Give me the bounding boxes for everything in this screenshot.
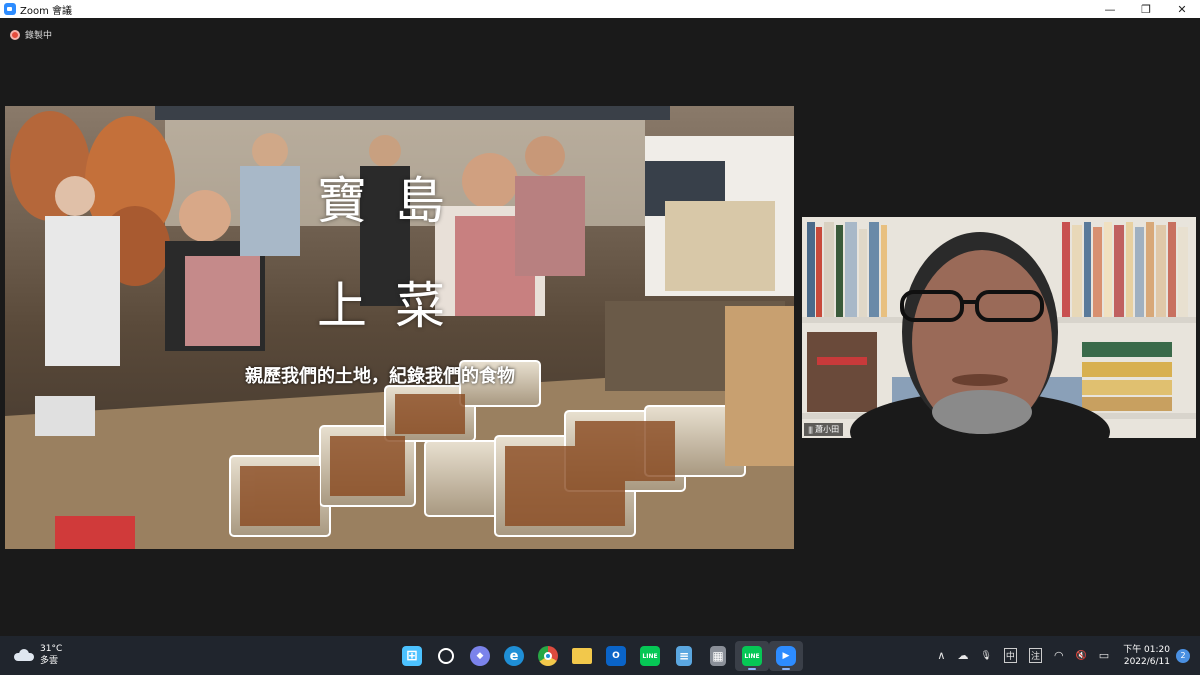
window-title-bar: Zoom 會議 — ❐ ✕ [0, 0, 1200, 18]
taskbar-apps: ⊞ ◆ e O LINE ≡ ▦ LINE ▶ [395, 641, 803, 671]
system-tray: ∧ ☁ 🎙 中 注 ◠ 🔇 ▭ 下午 01:20 2022/6/11 2 [931, 636, 1200, 675]
audio-level-icon: ||| [808, 425, 813, 434]
search-button[interactable] [429, 641, 463, 671]
weather-temp: 31°C [40, 644, 63, 654]
notification-badge[interactable]: 2 [1176, 648, 1190, 663]
line-button[interactable]: LINE [633, 641, 667, 671]
line-icon: LINE [640, 646, 660, 666]
chevron-up-icon[interactable]: ∧ [937, 649, 945, 662]
clock-time: 下午 01:20 [1123, 644, 1170, 655]
participant-video-image [802, 217, 1196, 438]
cloud-icon [14, 649, 34, 661]
windows-start-icon: ⊞ [402, 646, 422, 666]
edge-icon: e [504, 646, 524, 666]
microphone-icon[interactable]: 🎙 [980, 651, 991, 661]
participant-name-tag: ||| 蕭小田 [804, 423, 844, 436]
teams-chat-button[interactable]: ◆ [463, 641, 497, 671]
outlook-button[interactable]: O [599, 641, 633, 671]
recording-indicator[interactable]: 錄製中 [10, 28, 52, 41]
poster-subtitle: 親歷我們的土地，紀錄我們的食物 [245, 366, 515, 387]
calculator-button[interactable]: ▦ [701, 641, 735, 671]
battery-icon[interactable]: ▭ [1099, 649, 1109, 662]
file-explorer-button[interactable] [565, 641, 599, 671]
share-toolbar-strip [155, 106, 670, 120]
minimize-button[interactable]: — [1092, 0, 1128, 18]
edge-button[interactable]: e [497, 641, 531, 671]
line-active-button[interactable]: LINE [735, 641, 769, 671]
weather-text: 31°C 多雲 [40, 643, 62, 667]
zoom-button[interactable]: ▶ [769, 641, 803, 671]
window-controls: — ❐ ✕ [1092, 0, 1200, 18]
participant-video[interactable]: ||| 蕭小田 [802, 217, 1196, 438]
clock[interactable]: 下午 01:20 2022/6/11 [1123, 644, 1170, 668]
meeting-area: 錄製中 寶島 上菜 親歷我們的土地，紀錄我們的食物 ||| 蕭小田 [0, 18, 1200, 636]
wifi-icon[interactable]: ◠ [1054, 649, 1064, 662]
chat-icon: ◆ [470, 646, 490, 666]
calculator-icon: ▦ [710, 646, 726, 666]
participant-name: 蕭小田 [815, 425, 840, 434]
weather-condition: 多雲 [40, 656, 59, 666]
folder-icon [572, 648, 592, 664]
outlook-icon: O [606, 646, 626, 666]
chrome-icon [538, 646, 558, 666]
onedrive-icon[interactable]: ☁ [957, 649, 968, 662]
ime-icon[interactable]: 中 [1003, 648, 1017, 663]
poster-title-line2: 上菜 [317, 277, 473, 335]
search-icon [438, 648, 454, 664]
poster-title-line1: 寶島 [317, 172, 473, 230]
notepad-button[interactable]: ≡ [667, 641, 701, 671]
line-icon: LINE [742, 646, 762, 666]
volume-muted-icon[interactable]: 🔇 [1076, 651, 1087, 661]
window-title: Zoom 會議 [20, 5, 73, 17]
weather-widget[interactable]: 31°C 多雲 [14, 643, 62, 667]
record-icon [10, 29, 20, 40]
maximize-button[interactable]: ❐ [1128, 0, 1164, 18]
chrome-button[interactable] [531, 641, 565, 671]
close-button[interactable]: ✕ [1164, 0, 1200, 18]
windows-taskbar: 31°C 多雲 ⊞ ◆ e O LINE ≡ ▦ LINE ▶ ∧ ☁ 🎙 中 … [0, 636, 1200, 675]
zoom-icon: ▶ [776, 646, 796, 666]
clock-date: 2022/6/11 [1123, 656, 1170, 667]
recording-label: 錄製中 [25, 31, 53, 41]
zoom-app-icon [4, 3, 16, 15]
keyboard-input-icon[interactable]: 注 [1028, 648, 1042, 663]
notepad-icon: ≡ [676, 646, 692, 666]
shared-screen[interactable]: 寶島 上菜 親歷我們的土地，紀錄我們的食物 [5, 106, 794, 549]
start-button[interactable]: ⊞ [395, 641, 429, 671]
